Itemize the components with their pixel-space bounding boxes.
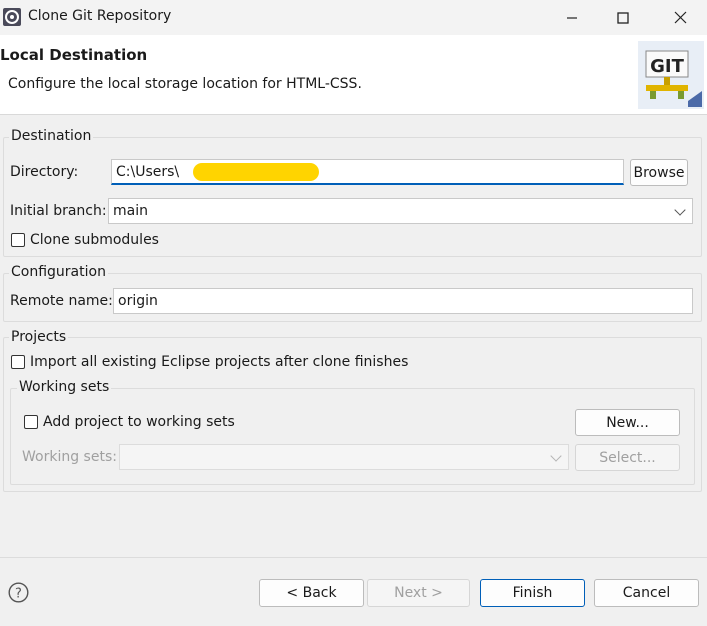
minimize-button[interactable] bbox=[545, 0, 599, 35]
git-logo-icon: GIT bbox=[638, 41, 704, 109]
chevron-down-icon bbox=[674, 204, 686, 216]
close-icon bbox=[674, 11, 686, 24]
svg-text:?: ? bbox=[15, 587, 22, 602]
back-label: < Back bbox=[286, 585, 337, 601]
title-bar: Clone Git Repository bbox=[0, 0, 707, 35]
select-working-sets-label: Select... bbox=[599, 449, 656, 466]
clone-submodules-checkbox[interactable] bbox=[11, 233, 25, 247]
next-label: Next > bbox=[394, 585, 443, 601]
wizard-header: Local Destination Configure the local st… bbox=[0, 35, 707, 115]
projects-legend: Projects bbox=[9, 329, 69, 345]
cancel-button[interactable]: Cancel bbox=[594, 579, 699, 607]
maximize-icon bbox=[617, 11, 629, 24]
working-sets-select[interactable] bbox=[119, 444, 569, 470]
remote-name-value: origin bbox=[118, 293, 158, 309]
configuration-legend: Configuration bbox=[9, 264, 108, 280]
new-working-set-button[interactable]: New... bbox=[575, 409, 680, 436]
remote-name-label: Remote name: bbox=[10, 293, 113, 309]
working-sets-label: Working sets: bbox=[22, 449, 117, 465]
initial-branch-value: main bbox=[113, 203, 148, 219]
select-working-sets-button[interactable]: Select... bbox=[575, 444, 680, 471]
directory-input[interactable]: C:\Users\ bbox=[111, 159, 624, 185]
initial-branch-label: Initial branch: bbox=[10, 203, 107, 219]
help-icon[interactable]: ? bbox=[8, 582, 29, 603]
directory-label: Directory: bbox=[10, 164, 79, 180]
clone-submodules-label[interactable]: Clone submodules bbox=[30, 232, 159, 248]
git-logo-text: GIT bbox=[650, 56, 684, 77]
cancel-label: Cancel bbox=[622, 585, 671, 601]
add-to-working-sets-label[interactable]: Add project to working sets bbox=[43, 414, 235, 430]
next-button[interactable]: Next > bbox=[367, 579, 470, 607]
eclipse-app-icon bbox=[3, 8, 21, 26]
finish-label: Finish bbox=[512, 585, 553, 601]
directory-value: C:\Users\ bbox=[116, 163, 180, 180]
close-button[interactable] bbox=[653, 0, 707, 35]
minimize-icon bbox=[567, 16, 577, 19]
page-description: Configure the local storage location for… bbox=[8, 76, 362, 92]
window-title: Clone Git Repository bbox=[28, 8, 172, 24]
finish-button[interactable]: Finish bbox=[480, 579, 585, 607]
redaction-mark bbox=[193, 163, 319, 181]
new-working-set-label: New... bbox=[606, 414, 649, 431]
back-button[interactable]: < Back bbox=[259, 579, 364, 607]
page-title: Local Destination bbox=[0, 46, 148, 64]
import-projects-checkbox[interactable] bbox=[11, 355, 25, 369]
initial-branch-select[interactable]: main bbox=[108, 198, 693, 224]
remote-name-input[interactable]: origin bbox=[113, 288, 693, 314]
browse-button[interactable]: Browse bbox=[630, 159, 688, 186]
destination-legend: Destination bbox=[9, 128, 94, 144]
footer-divider bbox=[0, 557, 707, 558]
working-sets-legend: Working sets bbox=[17, 379, 112, 395]
maximize-button[interactable] bbox=[596, 0, 650, 35]
chevron-down-icon bbox=[550, 450, 562, 462]
add-to-working-sets-checkbox[interactable] bbox=[24, 415, 38, 429]
browse-label: Browse bbox=[633, 164, 685, 181]
import-projects-label[interactable]: Import all existing Eclipse projects aft… bbox=[30, 354, 408, 370]
